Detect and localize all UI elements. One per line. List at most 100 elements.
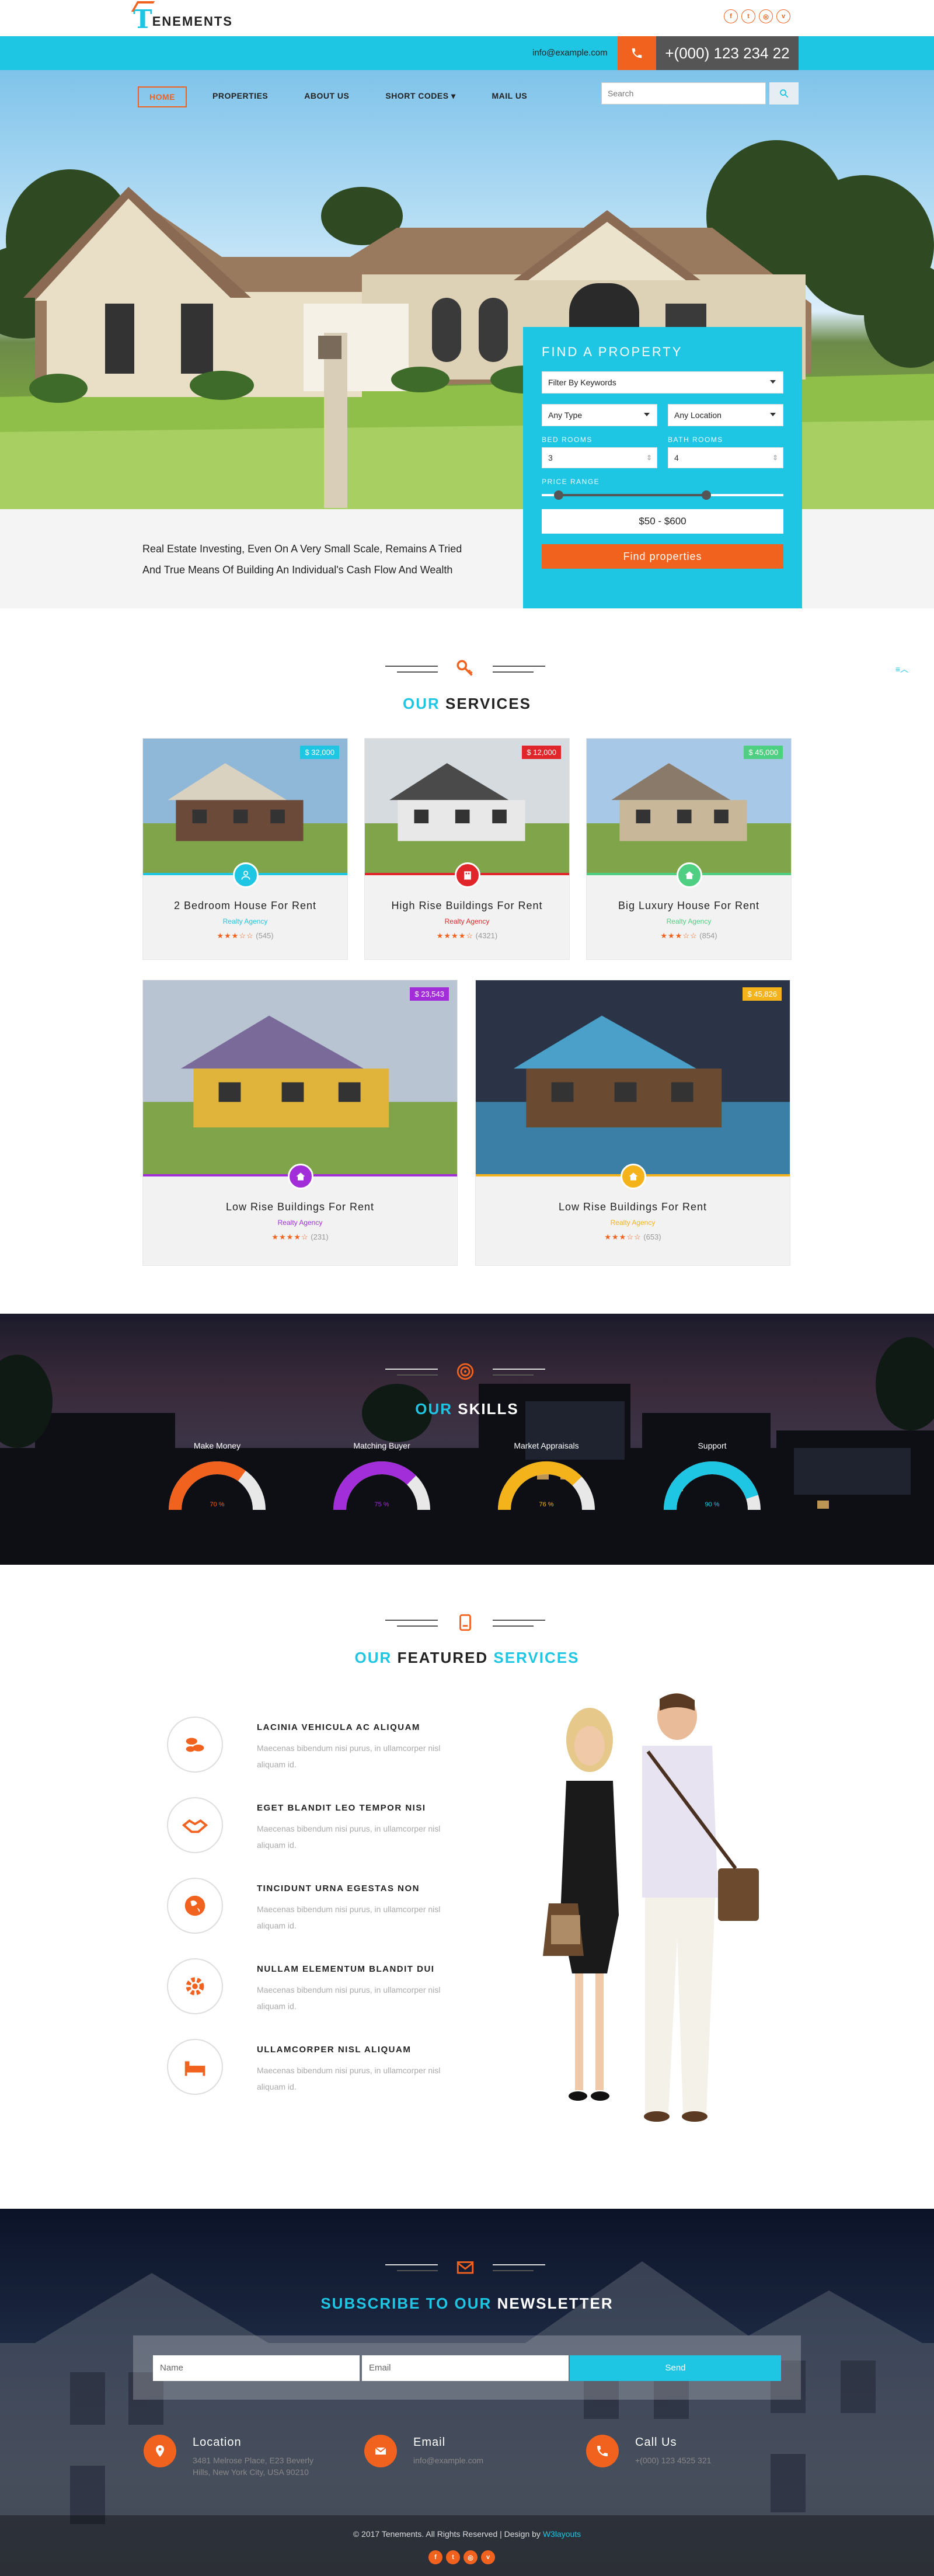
logo[interactable]: T ENEMENTS bbox=[133, 7, 233, 33]
rating: ★★★★☆ (231) bbox=[143, 1233, 457, 1242]
home-icon bbox=[288, 1164, 313, 1189]
rating-count: (231) bbox=[311, 1233, 329, 1241]
featured-item-text: Maecenas bibendum nisi purus, in ullamco… bbox=[257, 1905, 441, 1930]
property-title[interactable]: Low Rise Buildings For Rent bbox=[476, 1201, 790, 1213]
property-title[interactable]: Big Luxury House For Rent bbox=[587, 900, 791, 912]
property-card[interactable]: $ 45,000 Big Luxury House For Rent Realt… bbox=[586, 738, 792, 960]
skill-arc: 76 % bbox=[498, 1461, 595, 1510]
bed-rooms-input[interactable]: 3 bbox=[542, 447, 657, 468]
services-heading-ornament bbox=[385, 659, 545, 678]
vimeo-icon[interactable]: v bbox=[776, 9, 790, 23]
contact-block: Email info@example.com bbox=[364, 2435, 551, 2481]
featured-heading-ornament bbox=[385, 1613, 545, 1632]
skill-value: 76 % bbox=[539, 1501, 553, 1508]
rating-stars: ★★★☆☆ bbox=[660, 931, 698, 940]
main-nav: HOME PROPERTIES ABOUT US SHORT CODES ▾ M… bbox=[138, 86, 553, 107]
price-range-slider[interactable] bbox=[542, 490, 783, 500]
contact-title: Location bbox=[193, 2436, 242, 2449]
twitter-icon[interactable]: t bbox=[446, 2550, 460, 2564]
instagram-icon[interactable]: ◎ bbox=[759, 9, 773, 23]
keywords-select[interactable]: Filter By Keywords bbox=[542, 371, 783, 394]
agency-name: Realty Agency bbox=[444, 917, 490, 925]
featured-item-title: NULLAM ELEMENTUM BLANDIT DUI bbox=[257, 1964, 435, 1974]
newsletter-title: SUBSCRIBE TO OUR NEWSLETTER bbox=[0, 2295, 934, 2313]
skill-arc: 70 % bbox=[169, 1461, 266, 1510]
nav-short-codes[interactable]: SHORT CODES ▾ bbox=[375, 86, 466, 107]
map-pin-icon bbox=[144, 2435, 176, 2467]
contact-block: Call Us +(000) 123 4525 321 bbox=[586, 2435, 773, 2481]
contact-title: Call Us bbox=[635, 2436, 677, 2449]
nav-home[interactable]: HOME bbox=[138, 86, 187, 107]
slider-handle-max[interactable] bbox=[701, 490, 711, 500]
search-input[interactable] bbox=[601, 82, 766, 105]
nav-properties[interactable]: PROPERTIES bbox=[202, 86, 278, 107]
search-icon bbox=[780, 89, 789, 98]
location-select[interactable]: Any Location bbox=[668, 404, 783, 426]
bath-rooms-label: BATH ROOMS bbox=[668, 436, 723, 444]
twitter-icon[interactable]: t bbox=[741, 9, 755, 23]
property-card[interactable]: $ 32,000 2 Bedroom House For Rent Realty… bbox=[142, 738, 348, 960]
phone-icon bbox=[586, 2435, 619, 2467]
featured-item: LACINIA VEHICULA AC ALIQUAM Maecenas bib… bbox=[167, 1717, 459, 1781]
price-badge: $ 12,000 bbox=[522, 746, 561, 759]
featured-title-mid: FEATURED bbox=[397, 1649, 489, 1666]
property-card[interactable]: $ 23,543 Low Rise Buildings For Rent Rea… bbox=[142, 980, 458, 1266]
property-title[interactable]: Low Rise Buildings For Rent bbox=[143, 1201, 457, 1213]
scroll-up-icon[interactable]: ≡︿ bbox=[895, 663, 908, 675]
bath-rooms-input[interactable]: 4 bbox=[668, 447, 783, 468]
header-phone[interactable]: +(000) 123 234 22 bbox=[656, 36, 799, 70]
property-title[interactable]: 2 Bedroom House For Rent bbox=[143, 900, 347, 912]
type-select[interactable]: Any Type bbox=[542, 404, 657, 426]
slider-handle-min[interactable] bbox=[553, 490, 563, 500]
skill-value: 90 % bbox=[705, 1501, 719, 1508]
skills-title-rest: SKILLS bbox=[458, 1400, 519, 1418]
newsletter-email-input[interactable]: Email bbox=[362, 2355, 569, 2381]
social-links-footer: f t ◎ v bbox=[428, 2550, 495, 2564]
agency-name: Realty Agency bbox=[222, 917, 268, 925]
facebook-icon[interactable]: f bbox=[724, 9, 738, 23]
newsletter-title-rest: NEWSLETTER bbox=[497, 2295, 614, 2312]
find-properties-button[interactable]: Find properties bbox=[542, 544, 783, 569]
rating-stars: ★★★☆☆ bbox=[604, 1233, 642, 1241]
search-button[interactable] bbox=[769, 82, 799, 105]
clipboard-icon bbox=[459, 1614, 471, 1631]
instagram-icon[interactable]: ◎ bbox=[463, 2550, 478, 2564]
price-range-value: $50 - $600 bbox=[542, 509, 783, 534]
rating-stars: ★★★★☆ bbox=[271, 1233, 309, 1241]
skill-value: 75 % bbox=[374, 1501, 389, 1508]
skills-background-photo bbox=[0, 1337, 934, 1565]
rating: ★★★★☆ (4321) bbox=[365, 931, 569, 941]
featured-item-title: LACINIA VEHICULA AC ALIQUAM bbox=[257, 1722, 420, 1732]
nav-mail-us[interactable]: MAIL US bbox=[481, 86, 538, 107]
rating-count: (4321) bbox=[475, 931, 498, 940]
footer-bar bbox=[0, 2515, 934, 2576]
services-title-accent: OUR bbox=[402, 695, 440, 712]
rating-stars: ★★★★☆ bbox=[436, 931, 474, 940]
price-range-label: PRICE RANGE bbox=[542, 478, 600, 486]
newsletter-send-button[interactable]: Send bbox=[570, 2355, 781, 2381]
logo-text: ENEMENTS bbox=[152, 14, 233, 29]
phone-icon bbox=[618, 36, 656, 70]
hero-tagline: Real Estate Investing, Even On A Very Sm… bbox=[142, 543, 462, 576]
featured-item: EGET BLANDIT LEO TEMPOR NISI Maecenas bi… bbox=[167, 1797, 459, 1861]
property-photo: $ 32,000 bbox=[143, 739, 347, 875]
featured-item-text: Maecenas bibendum nisi purus, in ullamco… bbox=[257, 1824, 441, 1850]
designer-link[interactable]: W3layouts bbox=[543, 2529, 581, 2539]
featured-item-text: Maecenas bibendum nisi purus, in ullamco… bbox=[257, 1985, 441, 2011]
property-card[interactable]: $ 12,000 High Rise Buildings For Rent Re… bbox=[364, 738, 570, 960]
skill-name: Support bbox=[698, 1441, 727, 1450]
property-title[interactable]: High Rise Buildings For Rent bbox=[365, 900, 569, 912]
featured-item-text: Maecenas bibendum nisi purus, in ullamco… bbox=[257, 1743, 441, 1769]
nav-about-us[interactable]: ABOUT US bbox=[294, 86, 360, 107]
vimeo-icon[interactable]: v bbox=[481, 2550, 495, 2564]
header-email[interactable]: info@example.com bbox=[532, 36, 608, 70]
featured-item: TINCIDUNT URNA EGESTAS NON Maecenas bibe… bbox=[167, 1878, 459, 1942]
contact-text: +(000) 123 4525 321 bbox=[635, 2456, 712, 2465]
find-property-title: FIND A PROPERTY bbox=[542, 344, 683, 359]
facebook-icon[interactable]: f bbox=[428, 2550, 442, 2564]
property-card[interactable]: $ 45,826 Low Rise Buildings For Rent Rea… bbox=[475, 980, 790, 1266]
services-title: OUR SERVICES bbox=[0, 695, 934, 713]
newsletter-name-input[interactable]: Name bbox=[153, 2355, 360, 2381]
social-links-top: f t ◎ v bbox=[724, 9, 790, 23]
contact-title: Email bbox=[413, 2436, 446, 2449]
